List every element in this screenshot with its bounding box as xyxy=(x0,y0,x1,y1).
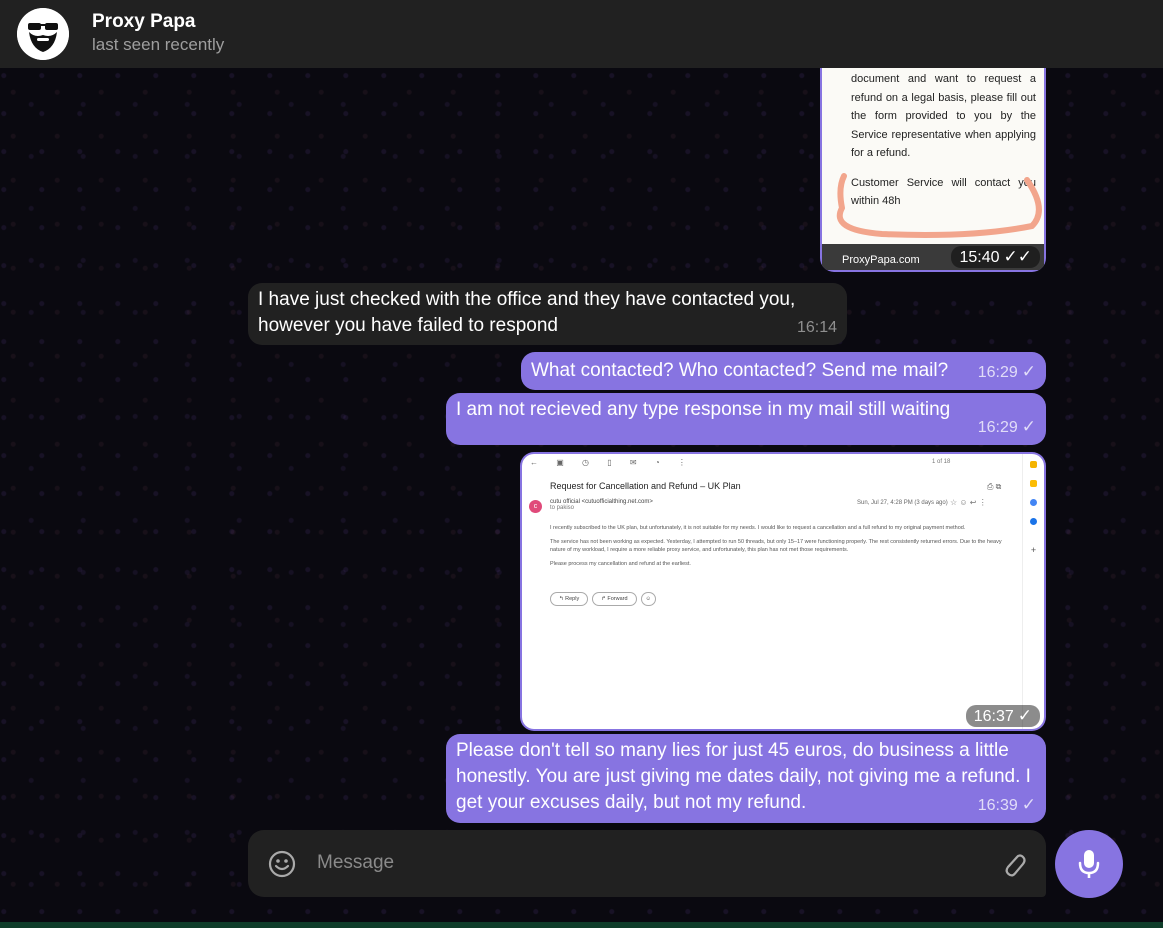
message-time: 16:29 ✓ xyxy=(978,359,1036,386)
add-icon: + xyxy=(1030,545,1037,555)
back-icon: ← xyxy=(530,458,546,467)
calendar-icon xyxy=(1030,461,1037,468)
document-text: document and want to request a refund on… xyxy=(851,73,1036,159)
keep-icon xyxy=(1030,480,1037,487)
check-icon: ✓ xyxy=(1021,795,1036,814)
check-icon: ✓ xyxy=(1021,417,1036,436)
image-message-document[interactable]: document and want to request a refund on… xyxy=(820,68,1046,272)
message-time: 16:37 ✓ xyxy=(965,705,1040,727)
message-text: I am not recieved any type response in m… xyxy=(456,399,951,420)
email-toolbar: ← ▣ ◷ ▯ ✉ ◔ ⋮ xyxy=(530,458,694,467)
forward-button: ↱ Forward xyxy=(592,592,637,606)
email-body: I recently subscribed to the UK plan, bu… xyxy=(550,525,1002,567)
chat-header[interactable]: Proxy Papa last seen recently xyxy=(0,0,1163,68)
emoji-react-icon: ☺ xyxy=(640,592,657,606)
paperclip-icon[interactable] xyxy=(998,848,1028,880)
archive-icon: ▣ xyxy=(556,458,572,467)
outgoing-message[interactable]: I am not recieved any type response in m… xyxy=(446,393,1046,445)
document-screenshot: document and want to request a refund on… xyxy=(822,68,1044,244)
email-date: Sun, Jul 27, 4:28 PM (3 days ago) xyxy=(857,500,948,506)
report-icon: ◷ xyxy=(582,458,598,467)
message-time: 16:39 ✓ xyxy=(978,792,1036,819)
mail-icon: ✉ xyxy=(629,458,645,467)
snooze-icon: ◔ xyxy=(654,458,668,467)
message-text: I have just checked with the office and … xyxy=(258,289,796,336)
incoming-message[interactable]: I have just checked with the office and … xyxy=(248,283,847,345)
outgoing-message[interactable]: Please don't tell so many lies for just … xyxy=(446,734,1046,823)
check-icon: ✓ xyxy=(1021,362,1036,381)
avatar[interactable] xyxy=(17,8,69,60)
tasks-icon xyxy=(1030,499,1037,506)
image-message-email[interactable]: ← ▣ ◷ ▯ ✉ ◔ ⋮ 1 of 18 ⎙ ⧉ Request for Ca… xyxy=(520,452,1046,731)
document-url: ProxyPapa.com xyxy=(842,254,920,266)
more-icon: ⋮ xyxy=(677,458,694,467)
message-input[interactable] xyxy=(317,848,977,878)
email-subject: Request for Cancellation and Refund – UK… xyxy=(550,481,741,491)
bottom-divider xyxy=(0,922,1163,928)
email-side-panel: + xyxy=(1022,454,1044,729)
sender-avatar: c xyxy=(529,500,542,513)
message-text: What contacted? Who contacted? Send me m… xyxy=(531,360,949,381)
email-buttons: ↰ Reply ↱ Forward ☺ xyxy=(550,592,657,606)
message-time: 16:29 ✓ xyxy=(978,414,1036,441)
outgoing-message[interactable]: What contacted? Who contacted? Send me m… xyxy=(521,352,1046,390)
microphone-button[interactable] xyxy=(1055,830,1123,898)
delete-icon: ▯ xyxy=(607,458,620,467)
bearded-man-logo-icon xyxy=(17,8,69,60)
check-icon: ✓ xyxy=(1017,706,1032,725)
contact-name[interactable]: Proxy Papa xyxy=(92,11,224,33)
message-time: 15:40 ✓✓ xyxy=(951,246,1040,268)
emoji-icon[interactable] xyxy=(267,849,297,879)
message-text: Please don't tell so many lies for just … xyxy=(456,740,1031,813)
email-pager: 1 of 18 xyxy=(932,459,951,465)
contact-status: last seen recently xyxy=(92,35,225,54)
contacts-icon xyxy=(1030,518,1037,525)
print-icon: ⎙ ⧉ xyxy=(987,482,1002,491)
message-time: 16:14 xyxy=(796,319,837,336)
email-screenshot: ← ▣ ◷ ▯ ✉ ◔ ⋮ 1 of 18 ⎙ ⧉ Request for Ca… xyxy=(522,454,1044,729)
email-actions-icon: ☆ ☺ ↩ ⋮ xyxy=(950,498,987,507)
email-sender: cutu official <cutuofficialthing.net.com… xyxy=(550,499,653,511)
highlight-scribble-icon xyxy=(836,173,1042,238)
reply-button: ↰ Reply xyxy=(550,592,589,606)
double-check-icon: ✓✓ xyxy=(1003,247,1033,266)
message-composer xyxy=(248,830,1046,897)
microphone-icon xyxy=(1078,850,1100,878)
